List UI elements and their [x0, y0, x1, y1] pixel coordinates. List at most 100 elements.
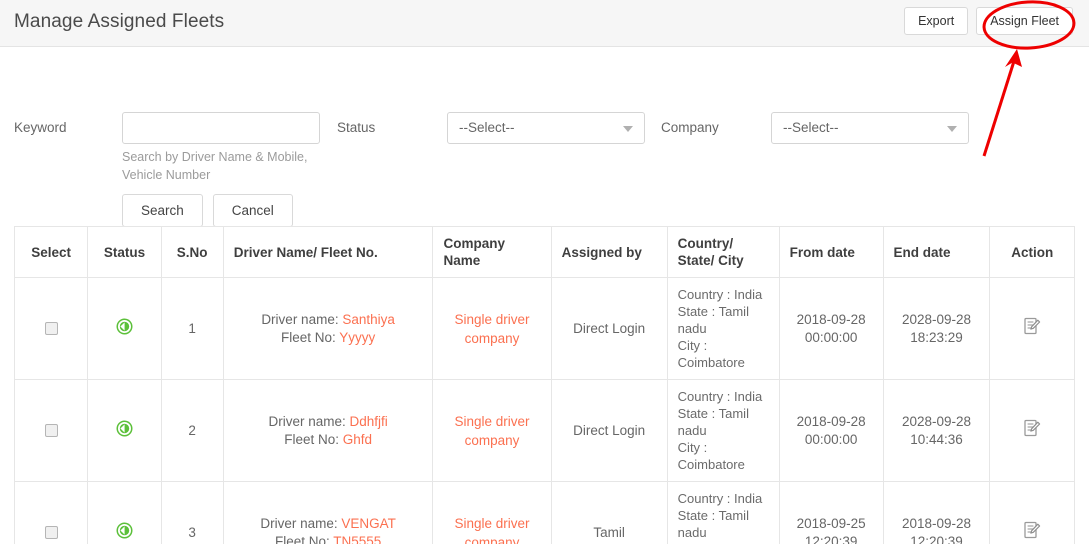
- col-country-state-city: Country/ State/ City: [666, 226, 780, 278]
- header-actions: Export Assign Fleet: [904, 7, 1073, 35]
- fleet-no-value: Ghfd: [342, 431, 373, 447]
- cell-status: [87, 481, 162, 544]
- driver-name-value: Ddhfjfi: [349, 413, 388, 429]
- city-line: City : Coimbatore: [677, 440, 745, 472]
- cell-company: Single driver company: [432, 277, 552, 380]
- company-select[interactable]: --Select--: [771, 112, 969, 144]
- keyword-label: Keyword: [14, 120, 67, 135]
- cell-location: Country : India State : Tamil nadu City …: [666, 481, 780, 544]
- row-select-checkbox[interactable]: [44, 322, 58, 336]
- cell-status: [87, 379, 162, 482]
- cell-sno: 3: [160, 481, 224, 544]
- keyword-hint: Search by Driver Name & Mobile, Vehicle …: [122, 150, 308, 182]
- status-select-value: --Select--: [459, 120, 515, 135]
- col-status: Status: [87, 226, 162, 278]
- company-label: Company: [661, 120, 719, 135]
- country-line: Country : India: [677, 389, 763, 404]
- green-circle-arrow-icon[interactable]: [116, 318, 133, 340]
- chevron-down-icon: [623, 126, 633, 132]
- col-select: Select: [13, 226, 89, 278]
- cell-end-date: 2028-09-28 10:44:36: [882, 379, 991, 482]
- driver-name-prefix: Driver name:: [260, 515, 342, 531]
- row-select-checkbox[interactable]: [44, 424, 58, 438]
- table-row: 2 Driver name: Ddhfjfi Fleet No: Ghfd Si…: [13, 379, 1075, 482]
- fleet-no-value: Yyyyy: [339, 329, 376, 345]
- state-line: State : Tamil nadu: [677, 304, 749, 336]
- cell-assigned-by: Direct Login: [550, 277, 668, 380]
- col-assigned-by: Assigned by: [550, 226, 668, 278]
- row-select-checkbox[interactable]: [44, 526, 58, 540]
- driver-name-line: Driver name: Santhiya: [234, 311, 423, 329]
- cell-select: [13, 379, 89, 482]
- country-line: Country : India: [677, 287, 763, 302]
- cell-end-date: 2018-09-28 12:20:39: [882, 481, 991, 544]
- fleet-no-line: Fleet No: Yyyyy: [234, 329, 423, 347]
- page-title: Manage Assigned Fleets: [14, 11, 225, 32]
- end-date-value: 2028-09-28 18:23:29: [901, 311, 972, 345]
- col-end-date: End date: [882, 226, 991, 278]
- filter-buttons: Search Cancel: [122, 194, 293, 227]
- cell-sno: 1: [160, 277, 224, 380]
- state-line: State : Tamil nadu: [677, 406, 749, 438]
- cell-select: [13, 481, 89, 544]
- green-circle-arrow-icon[interactable]: [116, 522, 133, 544]
- cell-action: [989, 379, 1075, 482]
- search-button[interactable]: Search: [122, 194, 203, 227]
- edit-document-icon[interactable]: [1023, 521, 1041, 544]
- cell-action: [989, 481, 1075, 544]
- fleet-no-line: Fleet No: TN5555: [234, 533, 423, 544]
- cell-location: Country : India State : Tamil nadu City …: [666, 379, 780, 482]
- driver-name-prefix: Driver name:: [261, 311, 343, 327]
- status-select[interactable]: --Select--: [447, 112, 645, 144]
- col-from-date: From date: [778, 226, 884, 278]
- country-line: Country : India: [677, 491, 763, 506]
- table-header-row: Select Status S.No Driver Name/ Fleet No…: [13, 226, 1075, 278]
- table-row: 1 Driver name: Santhiya Fleet No: Yyyyy …: [13, 277, 1075, 380]
- end-date-value: 2018-09-28 12:20:39: [901, 515, 972, 544]
- cell-driver-fleet: Driver name: Santhiya Fleet No: Yyyyy: [222, 277, 434, 380]
- company-name-link[interactable]: Single driver company: [455, 516, 530, 544]
- keyword-input[interactable]: [122, 112, 320, 144]
- end-date-value: 2028-09-28 10:44:36: [901, 413, 972, 447]
- city-line: City : Coimbatore: [677, 338, 745, 370]
- driver-name-value: VENGAT: [341, 515, 396, 531]
- fleets-table-container: Select Status S.No Driver Name/ Fleet No…: [13, 226, 1075, 544]
- from-date-value: 2018-09-28 00:00:00: [796, 311, 866, 345]
- edit-document-icon[interactable]: [1023, 419, 1041, 443]
- cell-end-date: 2028-09-28 18:23:29: [882, 277, 991, 380]
- fleet-no-prefix: Fleet No:: [280, 329, 340, 345]
- cell-select: [13, 277, 89, 380]
- cell-company: Single driver company: [432, 379, 552, 482]
- fleets-table: Select Status S.No Driver Name/ Fleet No…: [13, 226, 1075, 544]
- cell-driver-fleet: Driver name: VENGAT Fleet No: TN5555: [222, 481, 434, 544]
- driver-name-prefix: Driver name:: [268, 413, 350, 429]
- green-circle-arrow-icon[interactable]: [116, 420, 133, 442]
- cell-status: [87, 277, 162, 380]
- cell-from-date: 2018-09-25 12:20:39: [778, 481, 884, 544]
- cell-assigned-by: Tamil: [550, 481, 668, 544]
- fleet-no-prefix: Fleet No:: [284, 431, 343, 447]
- assign-fleet-button[interactable]: Assign Fleet: [976, 7, 1073, 35]
- fleet-no-value: TN5555: [333, 533, 382, 544]
- company-name-link[interactable]: Single driver company: [455, 414, 530, 448]
- cell-company: Single driver company: [432, 481, 552, 544]
- edit-document-icon[interactable]: [1023, 317, 1041, 341]
- export-button[interactable]: Export: [904, 7, 969, 35]
- status-label: Status: [337, 120, 376, 135]
- driver-name-line: Driver name: Ddhfjfi: [234, 413, 423, 431]
- col-company-name: Company Name: [432, 226, 552, 278]
- cancel-button[interactable]: Cancel: [212, 194, 293, 227]
- cell-from-date: 2018-09-28 00:00:00: [778, 277, 884, 380]
- cell-driver-fleet: Driver name: Ddhfjfi Fleet No: Ghfd: [222, 379, 434, 482]
- fleet-no-prefix: Fleet No:: [274, 533, 334, 544]
- company-name-link[interactable]: Single driver company: [455, 312, 530, 346]
- from-date-value: 2018-09-28 00:00:00: [796, 413, 866, 447]
- app-page: Manage Assigned Fleets Export Assign Fle…: [0, 0, 1089, 544]
- cell-from-date: 2018-09-28 00:00:00: [778, 379, 884, 482]
- page-header-bar: Manage Assigned Fleets Export Assign Fle…: [0, 0, 1089, 47]
- col-sno: S.No: [160, 226, 224, 278]
- state-line: State : Tamil nadu: [677, 508, 749, 540]
- table-row: 3 Driver name: VENGAT Fleet No: TN5555 S…: [13, 481, 1075, 544]
- company-select-value: --Select--: [783, 120, 839, 135]
- cell-action: [989, 277, 1075, 380]
